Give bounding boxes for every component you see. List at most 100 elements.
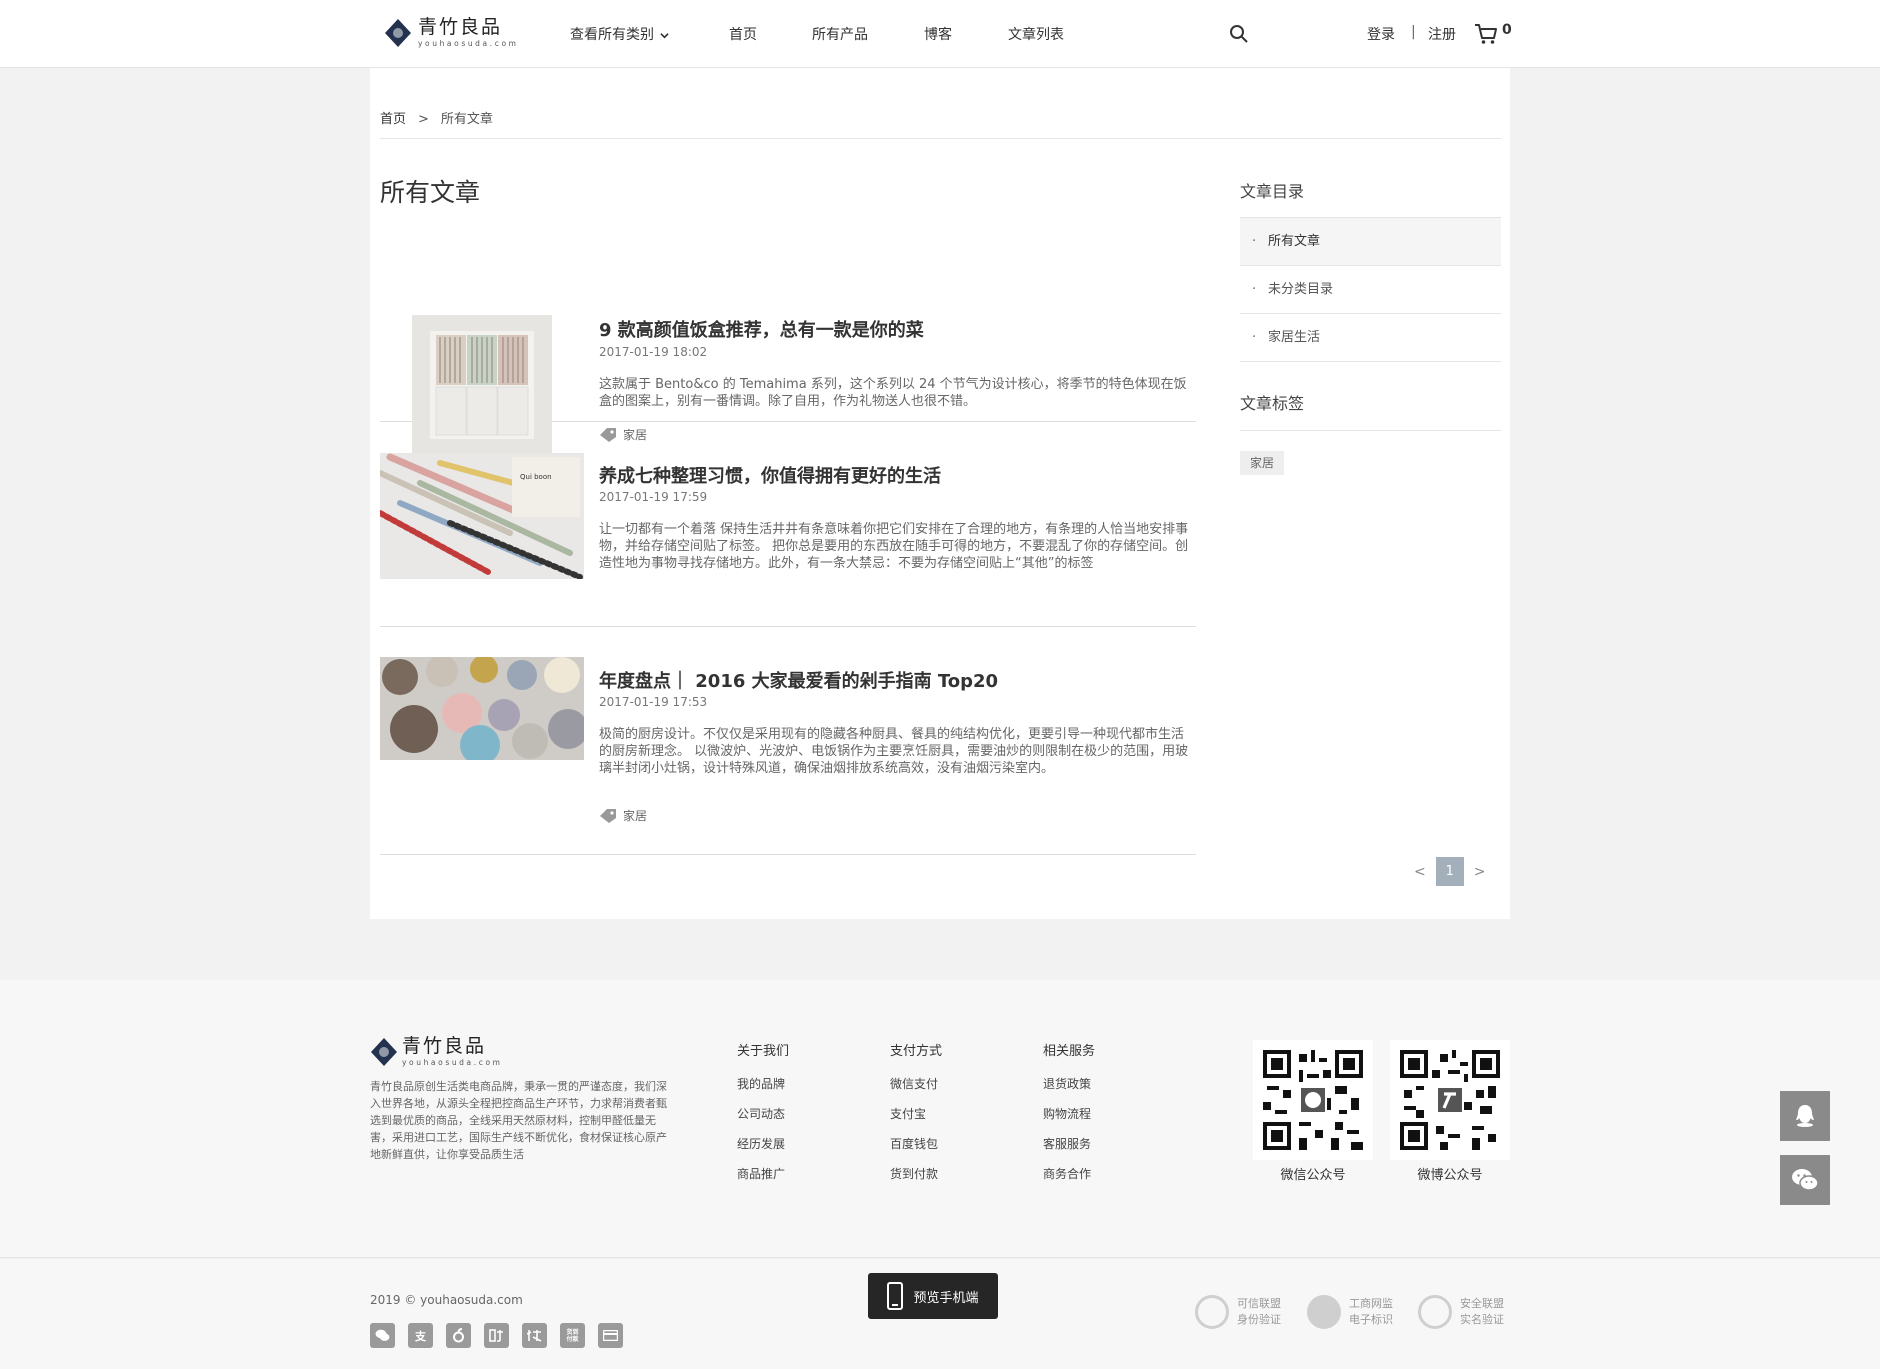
wechat-qr: 微信公众号 xyxy=(1253,1040,1373,1183)
divider xyxy=(380,138,1501,139)
article-title[interactable]: 9 款高颜值饭盒推荐，总有一款是你的菜 xyxy=(599,316,924,342)
cert-business-supervision[interactable]: 工商网监 电子标识 xyxy=(1307,1295,1393,1329)
bank-card-icon xyxy=(598,1323,623,1348)
breadcrumb-arrow: > xyxy=(418,112,429,127)
verified-icon xyxy=(1418,1295,1452,1329)
footer-link[interactable]: 支付宝 xyxy=(890,1105,942,1121)
qr-caption: 微博公众号 xyxy=(1417,1168,1483,1183)
footer-logo-en: youhaosuda.com xyxy=(402,1058,503,1068)
preview-mobile-button[interactable]: 预览手机端 xyxy=(868,1273,998,1319)
finance-icon xyxy=(484,1323,509,1348)
article-excerpt: 极简的厨房设计。不仅仅是采用现有的隐藏各种厨具、餐具的纯结构优化，更要引导一种现… xyxy=(599,727,1189,776)
sidebar-tag-chip[interactable]: 家居 xyxy=(1240,451,1285,475)
cert-line: 身份验证 xyxy=(1237,1313,1281,1326)
pager-current[interactable]: 1 xyxy=(1435,857,1464,886)
login-link[interactable]: 登录 xyxy=(1367,24,1395,44)
article-title[interactable]: 年度盘点｜ 2016 大家最爱看的剁手指南 Top20 xyxy=(599,667,998,693)
sidebar-item-home-life[interactable]: 家居生活 xyxy=(1240,314,1501,362)
article-item: 9 款高颜值饭盒推荐，总有一款是你的菜 2017-01-19 18:02 这款属… xyxy=(380,236,1196,455)
logo-en: youhaosuda.com xyxy=(418,39,519,49)
cart-count: 0 xyxy=(1502,22,1512,38)
tag-icon xyxy=(600,808,616,823)
pager-prev[interactable]: < xyxy=(1414,864,1426,880)
nav-all-products[interactable]: 所有产品 xyxy=(812,24,868,44)
article-title[interactable]: 养成七种整理习惯，你值得拥有更好的生活 xyxy=(599,462,941,488)
qq-icon xyxy=(1796,1105,1814,1127)
footer-link[interactable]: 微信支付 xyxy=(890,1075,942,1091)
nav-blog[interactable]: 博客 xyxy=(924,24,952,44)
pagination: < 1 > xyxy=(1414,857,1485,886)
footer-link[interactable]: 百度钱包 xyxy=(890,1135,942,1151)
article-tag[interactable]: 家居 xyxy=(599,807,647,824)
footer-about-text: 青竹良品原创生活类电商品牌，秉承一贯的严谨态度，我们深入世界各地，从源头全程把控… xyxy=(370,1080,667,1161)
cert-line: 安全联盟 xyxy=(1460,1297,1504,1310)
breadcrumb-home[interactable]: 首页 xyxy=(380,112,406,127)
register-link[interactable]: 注册 xyxy=(1428,24,1456,44)
alipay-icon: 支 xyxy=(408,1323,433,1348)
site-header: 青竹良品 youhaosuda.com 查看所有类别 首页 所有产品 博客 文章… xyxy=(0,0,1880,68)
divider xyxy=(1240,430,1501,431)
article-date: 2017-01-19 17:53 xyxy=(599,695,708,709)
footer-link[interactable]: 经历发展 xyxy=(737,1135,789,1151)
wechat-float-button[interactable] xyxy=(1780,1155,1830,1205)
cert-line: 可信联盟 xyxy=(1237,1297,1281,1310)
breadcrumb-current: 所有文章 xyxy=(440,112,493,127)
article-date: 2017-01-19 18:02 xyxy=(599,345,708,359)
qr-caption: 微信公众号 xyxy=(1280,1168,1346,1183)
pager-next[interactable]: > xyxy=(1474,864,1486,880)
express-icon xyxy=(522,1323,547,1348)
footer-logo-cn: 青竹良品 xyxy=(402,1035,487,1058)
breadcrumb: 首页 > 所有文章 xyxy=(380,108,493,127)
cert-line: 工商网监 xyxy=(1349,1297,1393,1310)
nav-home[interactable]: 首页 xyxy=(729,24,757,44)
footer-link[interactable]: 商品推广 xyxy=(737,1165,789,1181)
footer-col-about: 关于我们 我的品牌 公司动态 经历发展 商品推广 xyxy=(737,1040,789,1195)
site-logo[interactable]: 青竹良品 youhaosuda.com xyxy=(384,18,519,48)
footer-col-heading: 相关服务 xyxy=(1043,1044,1096,1059)
footer-col-heading: 支付方式 xyxy=(890,1044,943,1059)
article-thumbnail[interactable]: Qui boon xyxy=(380,453,584,579)
copyright: 2019 © youhaosuda.com xyxy=(370,1293,523,1307)
mobile-phone-icon xyxy=(887,1282,904,1310)
page-title: 所有文章 xyxy=(380,178,481,207)
footer-link[interactable]: 公司动态 xyxy=(737,1105,789,1121)
sidebar-catalog-title: 文章目录 xyxy=(1240,182,1305,201)
logo-mark-icon xyxy=(371,1038,397,1066)
footer-link[interactable]: 商务合作 xyxy=(1043,1165,1095,1181)
footer-link[interactable]: 我的品牌 xyxy=(737,1075,789,1091)
article-date: 2017-01-19 17:59 xyxy=(599,490,708,504)
cert-line: 实名验证 xyxy=(1460,1313,1504,1326)
article-thumbnail[interactable] xyxy=(380,657,584,760)
logo-cn: 青竹良品 xyxy=(418,16,503,39)
site-footer: 青竹良品 youhaosuda.com 青竹良品原创生活类电商品牌，秉承一贯的严… xyxy=(0,980,1880,1258)
qr-code-icon xyxy=(1263,1050,1363,1150)
sidebar-tags-title: 文章标签 xyxy=(1240,394,1305,413)
qq-float-button[interactable] xyxy=(1780,1091,1830,1141)
nav-all-categories[interactable]: 查看所有类别 xyxy=(570,24,670,44)
footer-col-heading: 关于我们 xyxy=(737,1044,790,1059)
header-separator: | xyxy=(1411,24,1416,40)
cart-icon[interactable] xyxy=(1474,22,1498,46)
trusted-alliance-icon xyxy=(1195,1295,1229,1329)
baidu-wallet-icon xyxy=(446,1323,471,1348)
footer-link[interactable]: 客服服务 xyxy=(1043,1135,1095,1151)
footer-link[interactable]: 退货政策 xyxy=(1043,1075,1095,1091)
footer-col-services: 相关服务 退货政策 购物流程 客服服务 商务合作 xyxy=(1043,1040,1095,1195)
cert-trusted-alliance[interactable]: 可信联盟 身份验证 xyxy=(1195,1295,1281,1329)
footer-link[interactable]: 购物流程 xyxy=(1043,1105,1095,1121)
weibo-qr: 微博公众号 xyxy=(1390,1040,1510,1183)
qr-code-icon xyxy=(1400,1050,1500,1150)
sidebar-item-all-articles[interactable]: 所有文章 xyxy=(1240,218,1501,266)
article-item: Qui boon 养成七种整理习惯，你值得拥有更好的生活 2017-01-19 … xyxy=(380,422,1196,627)
wechat-icon xyxy=(1792,1169,1819,1191)
article-item: 年度盘点｜ 2016 大家最爱看的剁手指南 Top20 2017-01-19 1… xyxy=(380,627,1196,855)
search-icon[interactable] xyxy=(1229,24,1249,44)
article-excerpt: 让一切都有一个着落 保持生活井井有条意味着你把它们安排在了合理的地方，有条理的人… xyxy=(599,522,1189,571)
nav-article-list[interactable]: 文章列表 xyxy=(1008,24,1064,44)
footer-logo: 青竹良品 youhaosuda.com xyxy=(370,1037,503,1067)
payment-icons: 支 货到 付款 xyxy=(370,1323,623,1348)
cert-line: 电子标识 xyxy=(1349,1313,1393,1326)
sidebar-item-uncategorized[interactable]: 未分类目录 xyxy=(1240,266,1501,314)
footer-link[interactable]: 货到付款 xyxy=(890,1165,942,1181)
cert-security-alliance[interactable]: 安全联盟 实名验证 xyxy=(1418,1295,1504,1329)
